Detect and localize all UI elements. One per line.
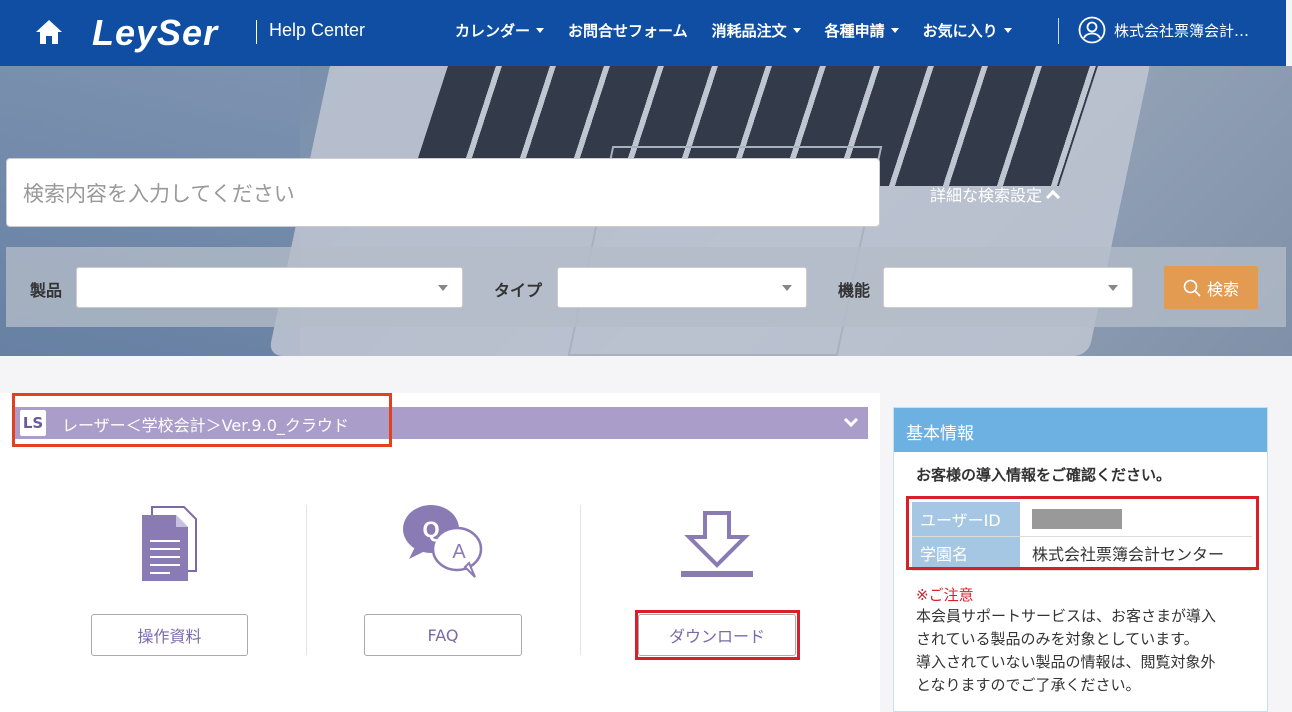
nav-supplies-label: 消耗品注文 bbox=[711, 22, 787, 40]
faq-button[interactable]: FAQ bbox=[364, 614, 522, 656]
nav-calendar[interactable]: カレンダー bbox=[455, 20, 545, 41]
basic-info-table: ユーザーID 学園名 株式会社票簿会計センター bbox=[912, 502, 1252, 571]
chevron-down-icon bbox=[792, 28, 801, 33]
user-icon bbox=[1078, 16, 1106, 44]
nav-inquiry-form[interactable]: お問合せフォーム bbox=[568, 20, 688, 41]
nav-inquiry-label: お問合せフォーム bbox=[568, 22, 688, 40]
school-name-value: 株式会社票簿会計センター bbox=[1020, 536, 1252, 571]
filter-product-label: 製品 bbox=[30, 281, 63, 300]
help-center-label: Help Center bbox=[269, 20, 366, 40]
main-content: LS レーザー＜学校会計＞Ver.9.0_クラウド 操作資料 Q A FAQ ダ… bbox=[0, 356, 1292, 712]
search-button[interactable]: 検索 bbox=[1164, 266, 1258, 309]
download-icon bbox=[681, 511, 753, 577]
faq-icon: Q A bbox=[403, 505, 483, 578]
filter-function-label: 機能 bbox=[838, 281, 871, 300]
nav-divider bbox=[1058, 18, 1059, 44]
nav-applications-label: 各種申請 bbox=[824, 22, 885, 40]
basic-info-title: 基本情報 bbox=[894, 408, 1267, 452]
notice-line: 導入されていない製品の情報は、閲覧対象外 bbox=[916, 653, 1216, 671]
search-input[interactable]: 検索内容を入力してください bbox=[6, 158, 880, 227]
svg-text:Q: Q bbox=[422, 517, 439, 542]
chevron-down-icon bbox=[536, 28, 545, 33]
advanced-search-label: 詳細な検索設定 bbox=[930, 186, 1043, 205]
manual-button[interactable]: 操作資料 bbox=[91, 614, 248, 656]
chevron-down-icon bbox=[1003, 28, 1012, 33]
filter-type-select[interactable] bbox=[557, 267, 807, 308]
notice-text: 本会員サポートサービスは、お客さまが導入 されている製品のみを対象としています。… bbox=[916, 605, 1256, 697]
logo-divider bbox=[256, 20, 257, 44]
user-name: 株式会社票簿会計… bbox=[1114, 21, 1250, 40]
search-filter-bar: 製品 タイプ 機能 検索 bbox=[6, 247, 1286, 327]
filter-product-select[interactable] bbox=[76, 267, 463, 308]
main-nav: カレンダー お問合せフォーム 消耗品注文 各種申請 お気に入り bbox=[455, 20, 1036, 41]
filter-type-label: タイプ bbox=[494, 281, 543, 300]
leyser-product-icon: LS bbox=[20, 410, 46, 436]
product-card: LS レーザー＜学校会計＞Ver.9.0_クラウド 操作資料 Q A FAQ ダ… bbox=[0, 393, 880, 712]
home-icon[interactable] bbox=[34, 18, 64, 46]
chevron-down-icon bbox=[890, 28, 899, 33]
nav-favorites[interactable]: お気に入り bbox=[923, 20, 1012, 41]
chevron-down-icon[interactable] bbox=[843, 412, 859, 428]
user-menu[interactable]: 株式会社票簿会計… bbox=[1078, 16, 1249, 44]
user-id-value bbox=[1020, 502, 1252, 537]
advanced-search-toggle[interactable]: 詳細な検索設定 bbox=[930, 182, 1061, 206]
basic-info-lead: お客様の導入情報をご確認ください。 bbox=[916, 466, 1172, 484]
notice-line: 本会員サポートサービスは、お客さまが導入 bbox=[916, 607, 1217, 625]
notice-line: となりますのでご了承ください。 bbox=[916, 676, 1141, 694]
product-name: レーザー＜学校会計＞Ver.9.0_クラウド bbox=[62, 416, 349, 435]
nav-favorites-label: お気に入り bbox=[922, 22, 998, 40]
svg-text:A: A bbox=[452, 541, 466, 563]
masked-value bbox=[1032, 509, 1122, 529]
nav-applications[interactable]: 各種申請 bbox=[825, 20, 899, 41]
top-navbar: LeySer Help Center カレンダー お問合せフォーム 消耗品注文 … bbox=[0, 0, 1286, 66]
product-header-bar[interactable]: LS レーザー＜学校会計＞Ver.9.0_クラウド bbox=[12, 407, 868, 439]
notice-title: ※ご注意 bbox=[916, 586, 974, 604]
download-button[interactable]: ダウンロード bbox=[638, 614, 796, 656]
basic-info-panel: 基本情報 お客様の導入情報をご確認ください。 ユーザーID 学園名 株式会社票簿… bbox=[893, 407, 1268, 712]
chevron-up-icon bbox=[1045, 189, 1061, 205]
nav-calendar-label: カレンダー bbox=[455, 22, 531, 40]
search-placeholder: 検索内容を入力してください bbox=[23, 181, 295, 206]
table-row: ユーザーID bbox=[912, 502, 1252, 537]
user-id-label: ユーザーID bbox=[912, 502, 1020, 537]
leyser-logo[interactable]: LeySer bbox=[92, 12, 218, 54]
search-button-label: 検索 bbox=[1206, 279, 1239, 299]
school-name-label: 学園名 bbox=[912, 536, 1020, 571]
table-row: 学園名 株式会社票簿会計センター bbox=[912, 536, 1252, 571]
nav-supplies-order[interactable]: 消耗品注文 bbox=[712, 20, 801, 41]
search-icon bbox=[1183, 279, 1201, 297]
filter-function-select[interactable] bbox=[883, 267, 1133, 308]
search-hero: 検索内容を入力してください 詳細な検索設定 製品 タイプ 機能 検索 bbox=[0, 66, 1292, 356]
document-icon bbox=[142, 506, 197, 581]
notice-line: されている製品のみを対象としています。 bbox=[916, 630, 1199, 648]
